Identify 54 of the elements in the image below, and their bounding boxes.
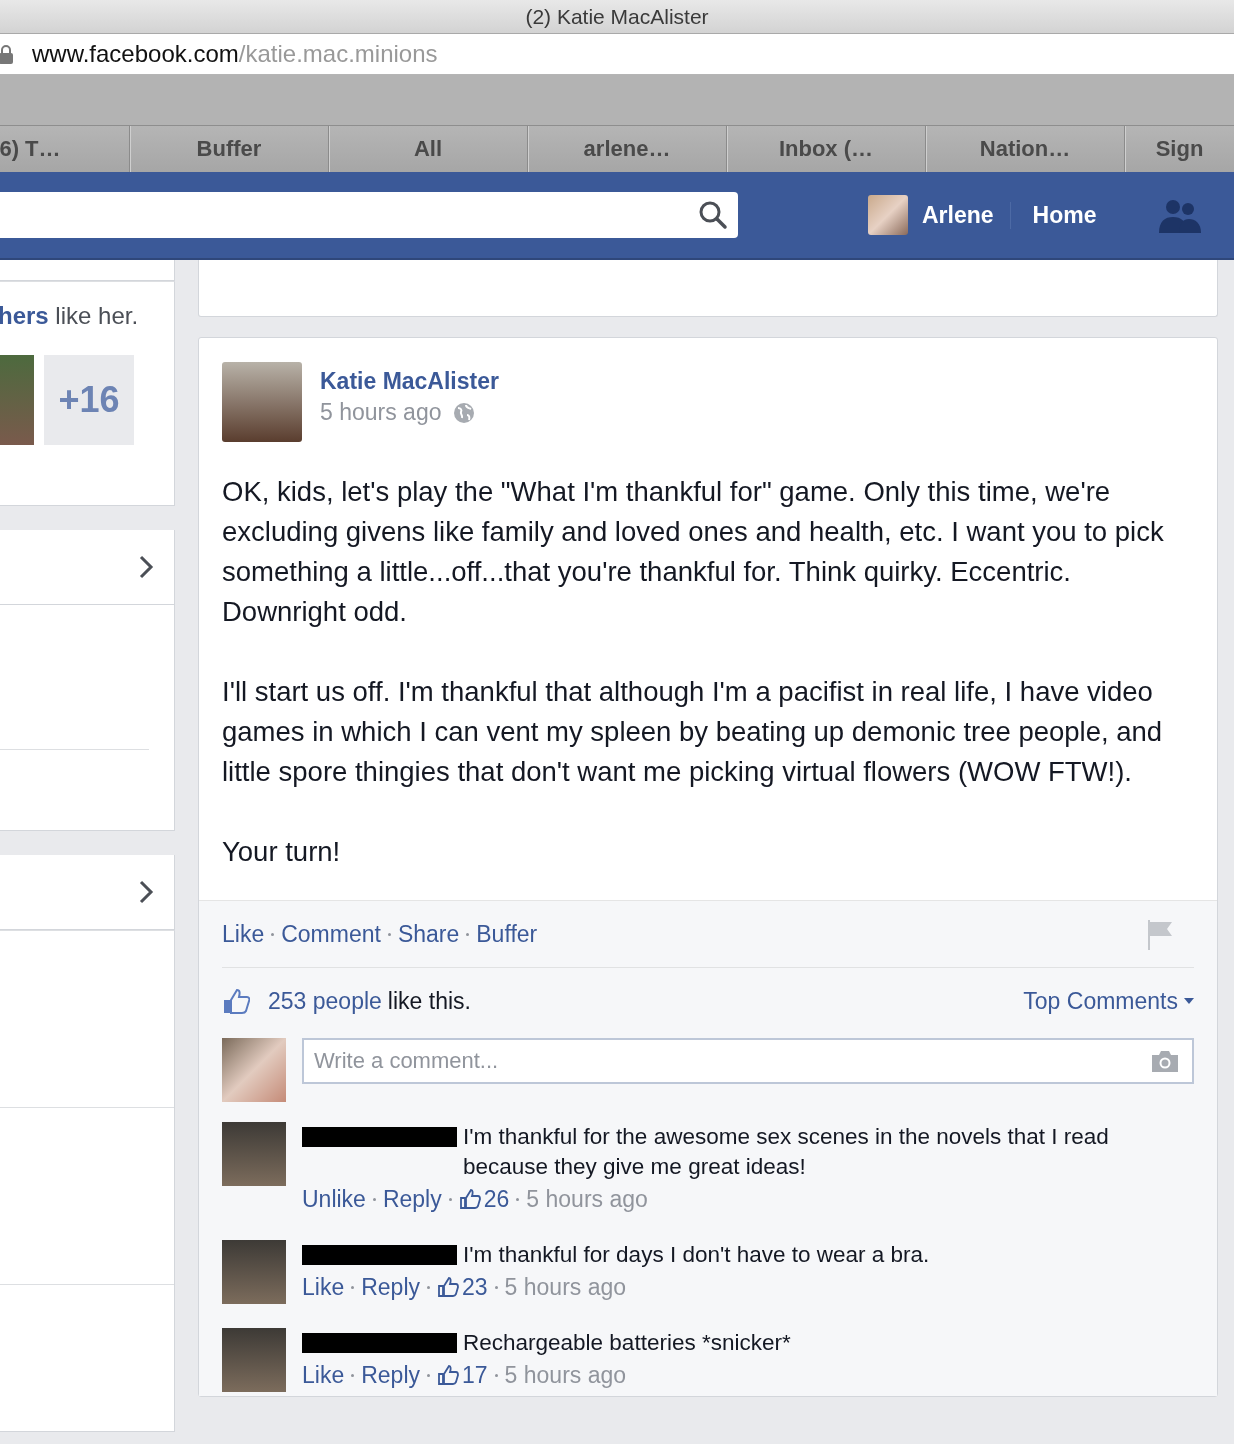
avatar-photo[interactable] (222, 1240, 286, 1304)
like-count[interactable]: 26 (483, 1185, 510, 1213)
browser-tab[interactable]: Sign (1124, 126, 1234, 172)
thumbs-up-icon (437, 1276, 459, 1298)
globe-icon (453, 401, 476, 424)
action-link[interactable]: Comment (281, 920, 381, 948)
action-link[interactable]: Buffer (476, 920, 538, 948)
avatar-photo[interactable] (222, 1122, 286, 1186)
reply-link[interactable]: Reply (361, 1273, 420, 1301)
thumbs-up-icon (458, 1188, 481, 1210)
window-title: (2) Katie MacAlister (525, 5, 709, 29)
likes-text: hers like her. (0, 302, 140, 330)
browser-tab[interactable]: All (328, 126, 527, 172)
browser-tab[interactable]: Buffer (129, 126, 328, 172)
search-icon (698, 200, 728, 230)
reply-link[interactable]: Reply (361, 1361, 420, 1389)
sort-dropdown[interactable]: Top Comments (1023, 987, 1194, 1015)
chevron-icon (138, 879, 154, 905)
like-link[interactable]: Unlike (302, 1185, 366, 1213)
like-link[interactable]: Like (302, 1361, 345, 1389)
comment-text: Rechargeable batteries *snicker* (463, 1329, 792, 1357)
chevron-icon (138, 554, 154, 580)
avatar-photo[interactable] (222, 362, 302, 442)
likes-text: like this. (387, 987, 471, 1015)
comment-text: I'm thankful for the awesome sex scenes in the novels that I read because they give me great ideas! (463, 1123, 1110, 1181)
browser-tab[interactable]: Nation… (925, 126, 1124, 172)
author-link[interactable]: Katie MacAlister (320, 368, 499, 395)
post-text: Your turn! (222, 835, 342, 869)
likers-link[interactable]: 253 people (268, 987, 382, 1015)
like-count[interactable]: 23 (462, 1273, 488, 1301)
avatar-photo (222, 1038, 286, 1102)
like-link[interactable]: Like (302, 1273, 345, 1301)
profile-link[interactable]: Arlene (922, 201, 1011, 229)
caret-icon (1184, 998, 1194, 1004)
like-count[interactable]: 17 (462, 1361, 488, 1389)
action-link[interactable]: Share (397, 920, 460, 948)
lock-icon (0, 44, 14, 64)
post-text: I'll start us off. I'm thankful that although I'm a pacifist in real life, I have video games in which I can vent my spleen by beating up demonic tree people, and little spore thingies that don't want me picking virtual flowers (WOW FTW!). (222, 675, 1164, 789)
reply-link[interactable]: Reply (382, 1185, 442, 1213)
browser-tab[interactable]: arlene… (527, 126, 726, 172)
friends-icon (1156, 197, 1203, 233)
thumbs-up-icon (222, 987, 250, 1015)
camera-icon (1150, 1049, 1180, 1073)
action-link[interactable]: Like (222, 920, 265, 948)
thumbs-up-icon (437, 1364, 459, 1386)
flag-icon (1146, 918, 1174, 950)
browser-tab[interactable]: Inbox (… (726, 126, 925, 172)
search-field[interactable] (0, 192, 738, 238)
post-text: OK, kids, let's play the "What I'm thankful for" game. Only this time, we're excluding givens like family and loved ones and health, etc. I want you to pick something a little...off...that you're thankful for. Think quirky. Eccentric. Downright odd. (222, 475, 1165, 629)
comment-field[interactable]: Write a comment... (302, 1038, 1194, 1084)
avatar-photo[interactable] (222, 1328, 286, 1392)
avatar-photo[interactable] (868, 195, 908, 235)
home-link[interactable]: Home (1032, 201, 1097, 229)
comment-text: I'm thankful for days I don't have to wear a bra. (463, 1241, 931, 1269)
